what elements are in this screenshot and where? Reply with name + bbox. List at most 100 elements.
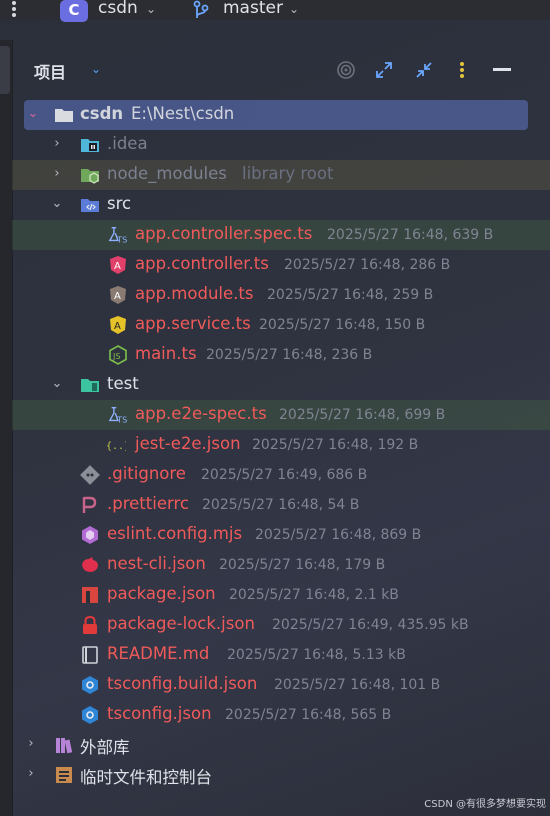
project-badge[interactable]: C <box>60 0 88 22</box>
file-label: jest-e2e.json <box>135 434 241 453</box>
test-ts-icon: TS <box>108 407 127 424</box>
nodejs-file-icon: JS <box>109 345 127 365</box>
chevron-down-icon[interactable]: ⌄ <box>26 106 40 122</box>
tree-item-external-libraries[interactable]: › 外部库 <box>12 730 550 760</box>
file-label: app.module.ts <box>135 284 254 303</box>
file-meta: 2025/5/27 16:48, 699 B <box>279 407 446 423</box>
file-meta: 2025/5/27 16:48, 192 B <box>252 437 419 453</box>
target-icon[interactable] <box>334 58 358 82</box>
lock-icon <box>83 615 97 634</box>
svg-text:A: A <box>114 261 121 272</box>
file-meta: 2025/5/27 16:49, 686 B <box>201 467 368 483</box>
library-root-note: library root <box>242 164 334 183</box>
tree-item-node-modules[interactable]: › node_modules library root <box>12 160 550 190</box>
eslint-icon <box>82 526 98 544</box>
nodejs-folder-icon <box>81 169 99 184</box>
file-meta: 2025/5/27 16:48, 150 B <box>259 317 426 333</box>
file-label: tsconfig.build.json <box>107 674 258 693</box>
tree-file[interactable]: A app.service.ts 2025/5/27 16:48, 150 B <box>12 310 550 340</box>
main-menu-icon[interactable] <box>12 0 18 17</box>
project-panel-header: 项目 ⌄ <box>12 40 550 100</box>
chevron-right-icon[interactable]: › <box>24 766 38 782</box>
tree-file[interactable]: .prettierrc 2025/5/27 16:48, 54 B <box>12 490 550 520</box>
expand-all-icon[interactable] <box>372 58 396 82</box>
chevron-down-icon[interactable]: ⌄ <box>91 62 101 76</box>
chevron-down-icon[interactable]: ⌄ <box>146 2 156 16</box>
file-label: package-lock.json <box>107 614 255 633</box>
project-name[interactable]: csdn <box>98 0 138 18</box>
nest-service-icon: A <box>110 316 126 334</box>
prettier-icon <box>82 496 97 513</box>
tree-file[interactable]: TS app.e2e-spec.ts 2025/5/27 16:48, 699 … <box>12 400 550 430</box>
chevron-right-icon[interactable]: › <box>24 736 38 752</box>
tree-item-idea[interactable]: › .idea <box>12 130 550 160</box>
markdown-icon <box>82 646 98 664</box>
tree-file[interactable]: package.json 2025/5/27 16:48, 2.1 kB <box>12 580 550 610</box>
watermark: CSDN @有很多梦想要实现 <box>424 799 546 810</box>
tree-file[interactable]: {..} jest-e2e.json 2025/5/27 16:48, 192 … <box>12 430 550 460</box>
options-kebab-icon[interactable] <box>450 58 474 82</box>
panel-title[interactable]: 项目 <box>34 59 66 83</box>
tsconfig-icon <box>82 706 98 724</box>
project-tool-button[interactable] <box>0 46 10 94</box>
tree-file[interactable]: tsconfig.build.json 2025/5/27 16:48, 101… <box>12 670 550 700</box>
file-meta: 2025/5/27 16:48, 869 B <box>255 527 422 543</box>
file-meta: 2025/5/27 16:48, 2.1 kB <box>229 587 399 603</box>
folder-label: .idea <box>107 134 148 153</box>
chevron-down-icon[interactable]: ⌄ <box>50 376 64 392</box>
file-label: app.e2e-spec.ts <box>135 404 267 423</box>
branch-name[interactable]: master <box>223 0 283 18</box>
idea-folder-icon <box>81 139 99 152</box>
chevron-down-icon[interactable]: ⌄ <box>50 196 64 212</box>
file-meta: 2025/5/27 16:48, 5.13 kB <box>227 647 406 663</box>
tree-file[interactable]: A app.module.ts 2025/5/27 16:48, 259 B <box>12 280 550 310</box>
file-meta: 2025/5/27 16:48, 286 B <box>284 257 451 273</box>
file-meta: 2025/5/27 16:48, 259 B <box>267 287 434 303</box>
nest-controller-icon: A <box>110 256 126 274</box>
tree-file[interactable]: A app.controller.ts 2025/5/27 16:48, 286… <box>12 250 550 280</box>
tree-root-csdn[interactable]: ⌄ csdn E:\Nest\csdn <box>24 100 528 130</box>
file-label: .gitignore <box>107 464 186 483</box>
svg-text:TS: TS <box>116 234 127 244</box>
npm-icon <box>82 587 98 603</box>
file-meta: 2025/5/27 16:48, 565 B <box>225 707 392 723</box>
library-icon <box>56 738 73 754</box>
hide-panel-icon[interactable] <box>490 58 514 82</box>
tree-file[interactable]: .gitignore 2025/5/27 16:49, 686 B <box>12 460 550 490</box>
folder-label: node_modules <box>107 164 227 183</box>
tree-file[interactable]: eslint.config.mjs 2025/5/27 16:48, 869 B <box>12 520 550 550</box>
chevron-right-icon[interactable]: › <box>50 166 64 182</box>
test-folder-icon <box>81 379 99 392</box>
tree-item-scratches[interactable]: › 临时文件和控制台 <box>12 760 550 790</box>
folder-label: test <box>107 374 139 393</box>
tree-file[interactable]: TS app.controller.spec.ts 2025/5/27 16:4… <box>12 220 550 250</box>
tree-file[interactable]: nest-cli.json 2025/5/27 16:48, 179 B <box>12 550 550 580</box>
tree-file[interactable]: tsconfig.json 2025/5/27 16:48, 565 B <box>12 700 550 730</box>
file-meta: 2025/5/27 16:48, 101 B <box>274 677 441 693</box>
svg-text:{..}: {..} <box>106 441 126 452</box>
tree-item-test[interactable]: ⌄ test <box>12 370 550 400</box>
tree-item-src[interactable]: ⌄ src <box>12 190 550 220</box>
chevron-down-icon[interactable]: ⌄ <box>289 2 299 16</box>
tree-file[interactable]: README.md 2025/5/27 16:48, 5.13 kB <box>12 640 550 670</box>
collapse-all-icon[interactable] <box>412 58 436 82</box>
file-meta: 2025/5/27 16:48, 179 B <box>219 557 386 573</box>
svg-text:A: A <box>114 291 121 302</box>
file-label: tsconfig.json <box>107 704 212 723</box>
json-icon: {..} <box>106 441 126 452</box>
file-label: package.json <box>107 584 216 603</box>
git-icon <box>80 465 100 485</box>
tree-file[interactable]: JS main.ts 2025/5/27 16:48, 236 B <box>12 340 550 370</box>
folder-label: src <box>107 194 132 213</box>
file-meta: 2025/5/27 16:49, 435.95 kB <box>272 617 469 633</box>
git-branch-icon <box>193 0 209 18</box>
file-meta: 2025/5/27 16:48, 236 B <box>206 347 373 363</box>
root-folder-name: csdn <box>80 104 124 123</box>
nest-module-icon: A <box>110 286 126 304</box>
chevron-right-icon[interactable]: › <box>50 136 64 152</box>
source-folder-icon <box>81 199 99 212</box>
scratches-icon <box>56 767 72 783</box>
file-label: app.controller.ts <box>135 254 269 273</box>
tree-file[interactable]: package-lock.json 2025/5/27 16:49, 435.9… <box>12 610 550 640</box>
nest-cat-icon <box>82 557 98 572</box>
